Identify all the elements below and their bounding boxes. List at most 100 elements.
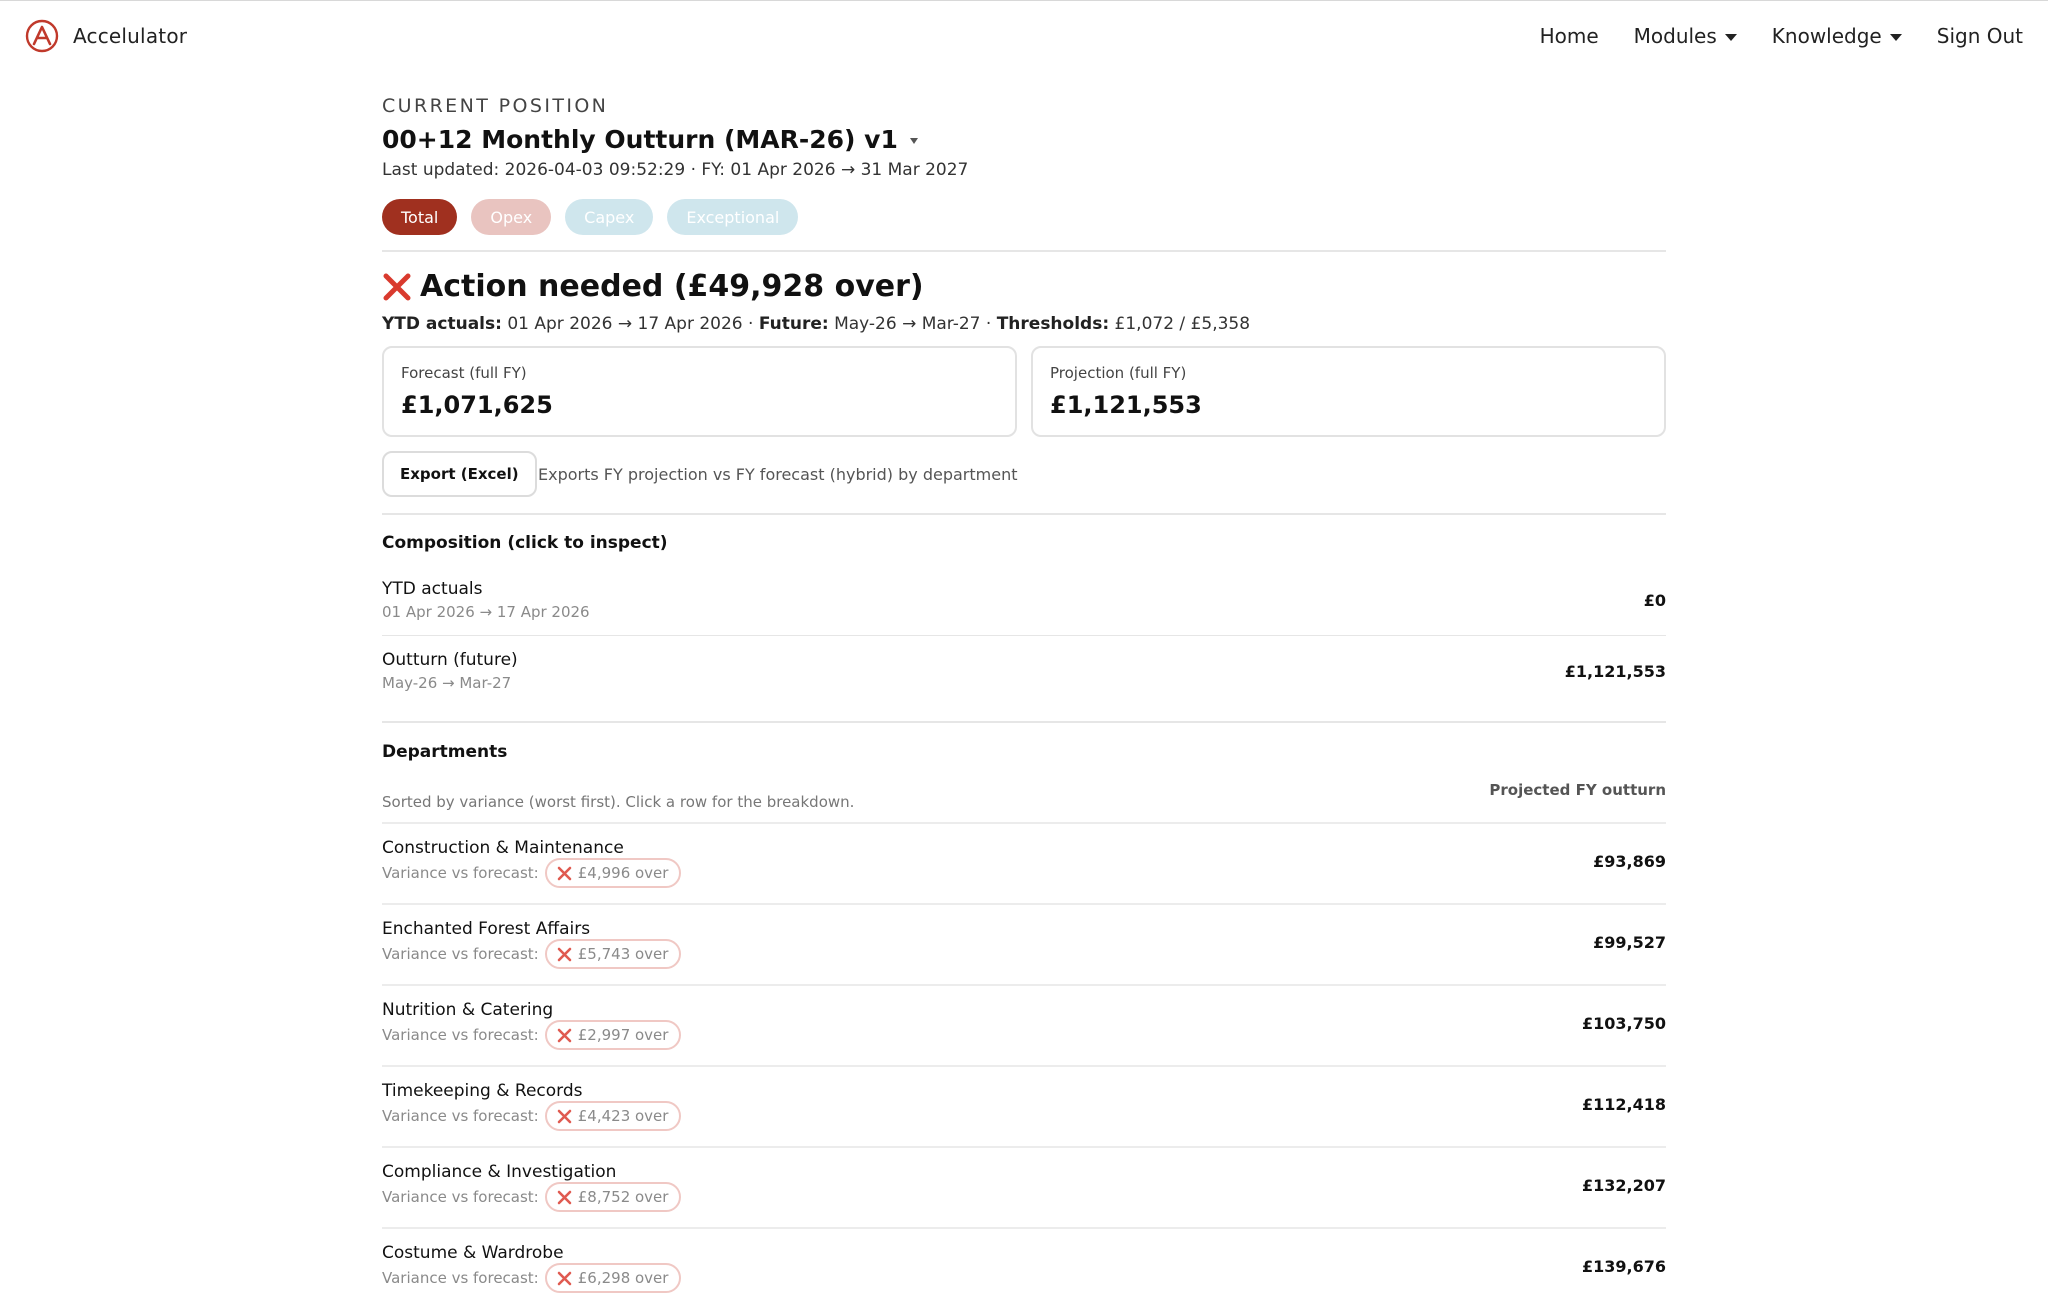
department-row[interactable]: Costume & Wardrobe Variance vs forecast:… (382, 1227, 1666, 1308)
nav-home[interactable]: Home (1540, 24, 1599, 48)
chevron-down-icon (1724, 34, 1737, 41)
variance: Variance vs forecast: £8,752 over (382, 1182, 682, 1212)
export-note: Exports FY projection vs FY forecast (hy… (538, 465, 1018, 484)
variance-amount: £4,423 over (577, 1107, 669, 1125)
nav-links: Home Modules Knowledge Sign Out (1540, 24, 2023, 48)
status-title: Action needed (£49,928 over) (420, 269, 924, 304)
composition-label: Outturn (future) (382, 650, 518, 670)
cross-mark-icon (557, 1028, 572, 1042)
ytd-value: 01 Apr 2026 → 17 Apr 2026 (507, 314, 743, 334)
department-row[interactable]: Compliance & Investigation Variance vs f… (382, 1146, 1666, 1227)
department-value: £103,750 (1581, 1014, 1666, 1033)
variance-badge: £5,743 over (544, 939, 682, 969)
row-divider (382, 635, 1666, 636)
department-row[interactable]: Construction & Maintenance Variance vs f… (382, 822, 1666, 903)
variance-label: Variance vs forecast: (382, 945, 539, 963)
department-value: £99,527 (1593, 933, 1666, 952)
department-name: Timekeeping & Records (382, 1081, 583, 1101)
nav-modules[interactable]: Modules (1634, 24, 1737, 48)
composition-label: YTD actuals (382, 579, 483, 599)
separator: · (742, 314, 759, 334)
composition-sub: 01 Apr 2026 → 17 Apr 2026 (382, 603, 590, 621)
tab-opex[interactable]: Opex (471, 199, 552, 235)
chevron-down-icon (1889, 34, 1902, 41)
forecast-label: Forecast (full FY) (401, 364, 527, 382)
department-row[interactable]: Timekeeping & Records Variance vs foreca… (382, 1065, 1666, 1146)
variance-badge: £4,996 over (544, 858, 682, 888)
variance-label: Variance vs forecast: (382, 864, 539, 882)
department-name: Nutrition & Catering (382, 1000, 554, 1020)
last-updated-meta: Last updated: 2026-04-03 09:52:29 · FY: … (382, 160, 969, 180)
cross-mark-icon (557, 947, 572, 961)
composition-value: £1,121,553 (1564, 662, 1666, 681)
cross-mark-icon (383, 273, 411, 300)
department-name: Construction & Maintenance (382, 838, 624, 858)
variance: Variance vs forecast: £6,298 over (382, 1263, 682, 1293)
department-value: £93,869 (1593, 852, 1666, 871)
dropdown-caret-icon[interactable] (909, 137, 918, 144)
projection-label: Projection (full FY) (1050, 364, 1187, 382)
departments-sort-note: Sorted by variance (worst first). Click … (382, 793, 855, 811)
category-tabs: Total Opex Capex Exceptional (382, 199, 799, 235)
variance-amount: £4,996 over (577, 864, 669, 882)
nav-home-label: Home (1539, 24, 1599, 48)
department-value: £132,207 (1581, 1176, 1666, 1195)
cross-mark-icon (557, 1271, 572, 1285)
brand[interactable]: Accelulator (25, 19, 187, 53)
department-value: £112,418 (1581, 1095, 1666, 1114)
nav-knowledge[interactable]: Knowledge (1772, 24, 1902, 48)
page-title: 00+12 Monthly Outturn (MAR-26) v1 (382, 125, 898, 154)
tab-total[interactable]: Total (382, 199, 458, 235)
cross-mark-icon (557, 866, 572, 880)
divider (382, 721, 1666, 723)
tab-capex[interactable]: Capex (565, 199, 654, 235)
department-row[interactable]: Nutrition & Catering Variance vs forecas… (382, 984, 1666, 1065)
department-value: £139,676 (1581, 1257, 1666, 1276)
variance-label: Variance vs forecast: (382, 1107, 539, 1125)
variance-label: Variance vs forecast: (382, 1188, 539, 1206)
scenario-selector[interactable]: 00+12 Monthly Outturn (MAR-26) v1 (382, 125, 918, 154)
variance-badge: £8,752 over (544, 1182, 682, 1212)
thresholds-value: £1,072 / £5,358 (1114, 314, 1251, 334)
composition-value: £0 (1643, 591, 1666, 610)
separator: · (980, 314, 997, 334)
nav-knowledge-label: Knowledge (1771, 24, 1882, 48)
projection-card: Projection (full FY) £1,121,553 (1031, 346, 1666, 437)
tab-exceptional[interactable]: Exceptional (667, 199, 799, 235)
period-summary: YTD actuals: 01 Apr 2026 → 17 Apr 2026 ·… (382, 314, 1250, 334)
divider (382, 250, 1666, 252)
department-name: Enchanted Forest Affairs (382, 919, 591, 939)
forecast-value: £1,071,625 (401, 391, 553, 419)
export-excel-button[interactable]: Export (Excel) (382, 451, 537, 497)
divider (382, 513, 1666, 515)
status-alert: Action needed (£49,928 over) (382, 269, 924, 304)
column-header-projected: Projected FY outturn (1489, 781, 1666, 799)
variance-amount: £2,997 over (577, 1026, 669, 1044)
variance-badge: £4,423 over (544, 1101, 682, 1131)
variance: Variance vs forecast: £4,423 over (382, 1101, 682, 1131)
ytd-label: YTD actuals: (382, 314, 502, 334)
department-name: Costume & Wardrobe (382, 1243, 564, 1263)
variance-amount: £8,752 over (577, 1188, 669, 1206)
cross-mark-icon (557, 1109, 572, 1123)
composition-row-outturn[interactable]: Outturn (future) May-26 → Mar-27 £1,121,… (382, 650, 1666, 710)
departments-title: Departments (382, 742, 508, 762)
future-value: May-26 → Mar-27 (834, 314, 981, 334)
variance: Variance vs forecast: £2,997 over (382, 1020, 682, 1050)
variance-amount: £5,743 over (577, 945, 669, 963)
variance: Variance vs forecast: £5,743 over (382, 939, 682, 969)
brand-logo-icon (25, 19, 59, 53)
forecast-card: Forecast (full FY) £1,071,625 (382, 346, 1017, 437)
nav-sign-out[interactable]: Sign Out (1937, 24, 2023, 48)
department-name: Compliance & Investigation (382, 1162, 617, 1182)
navbar: Accelulator Home Modules Knowledge Sign … (0, 1, 2048, 71)
nav-modules-label: Modules (1633, 24, 1717, 48)
future-label: Future: (758, 314, 829, 334)
nav-sign-out-label: Sign Out (1936, 24, 2023, 48)
department-row[interactable]: Enchanted Forest Affairs Variance vs for… (382, 903, 1666, 984)
variance-badge: £2,997 over (544, 1020, 682, 1050)
cross-mark-icon (557, 1190, 572, 1204)
variance-label: Variance vs forecast: (382, 1269, 539, 1287)
projection-value: £1,121,553 (1050, 391, 1202, 419)
composition-sub: May-26 → Mar-27 (382, 674, 512, 692)
